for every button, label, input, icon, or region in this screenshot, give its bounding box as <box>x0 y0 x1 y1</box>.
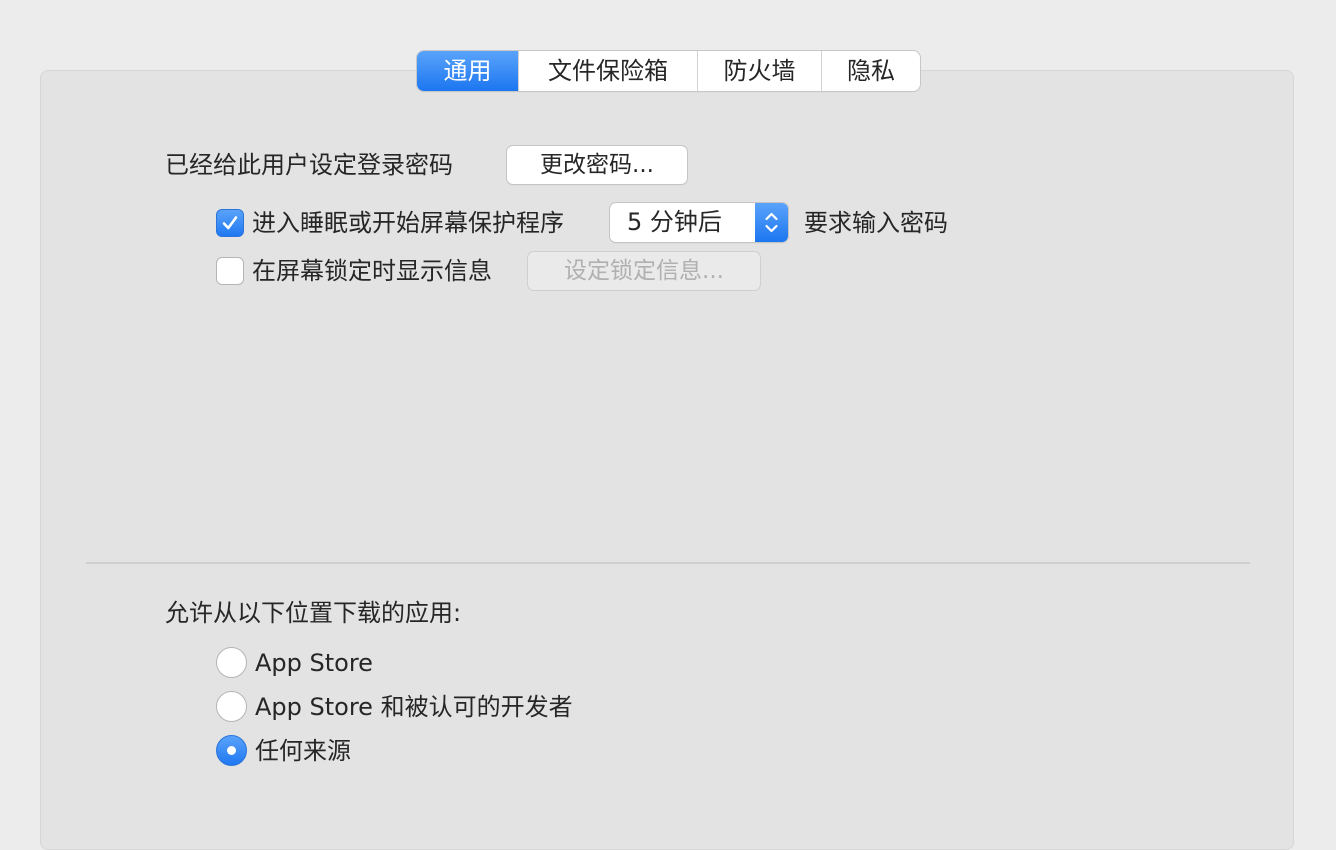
checkmark-icon <box>222 216 238 230</box>
require-password-suffix: 要求输入密码 <box>804 209 948 237</box>
password-delay-select[interactable]: 5 分钟后 <box>610 203 788 242</box>
password-delay-value: 5 分钟后 <box>627 208 722 236</box>
show-lock-message-checkbox[interactable] <box>216 257 244 285</box>
radio-app-store-label: App Store <box>255 649 373 677</box>
tab-general[interactable]: 通用 <box>417 51 518 91</box>
radio-app-store[interactable] <box>216 647 247 678</box>
allow-downloads-heading: 允许从以下位置下载的应用: <box>165 599 462 627</box>
require-password-label: 进入睡眠或开始屏幕保护程序 <box>252 209 564 237</box>
change-password-button[interactable]: 更改密码... <box>507 146 687 184</box>
select-stepper[interactable] <box>755 203 788 242</box>
radio-app-store-identified[interactable] <box>216 691 247 722</box>
tab-filevault[interactable]: 文件保险箱 <box>518 51 697 91</box>
require-password-checkbox[interactable] <box>216 209 244 237</box>
general-pane <box>40 70 1294 850</box>
preference-tabs: 通用 文件保险箱 防火墙 隐私 <box>417 51 920 91</box>
section-divider <box>86 562 1250 564</box>
radio-anywhere[interactable] <box>216 735 247 766</box>
login-password-label: 已经给此用户设定登录密码 <box>165 151 453 179</box>
show-lock-message-label: 在屏幕锁定时显示信息 <box>252 257 492 285</box>
radio-selected-dot <box>227 746 236 755</box>
radio-app-store-identified-label: App Store 和被认可的开发者 <box>255 693 573 721</box>
radio-anywhere-label: 任何来源 <box>255 737 351 765</box>
set-lock-message-button[interactable]: 设定锁定信息... <box>528 252 760 290</box>
tab-firewall[interactable]: 防火墙 <box>697 51 821 91</box>
tab-privacy[interactable]: 隐私 <box>821 51 920 91</box>
up-down-chevron-icon <box>765 212 778 233</box>
